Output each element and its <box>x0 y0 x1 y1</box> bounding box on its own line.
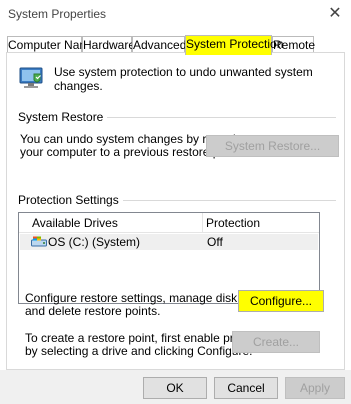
cancel-button[interactable]: Cancel <box>214 377 278 399</box>
create-desc-2: by selecting a drive and clicking Config… <box>25 344 253 358</box>
protection-settings-heading: Protection Settings <box>18 193 123 207</box>
drives-list-header: Available Drives Protection <box>19 213 319 233</box>
intro-text: Use system protection to undo unwanted s… <box>54 65 313 93</box>
column-protection[interactable]: Protection <box>206 216 260 230</box>
system-restore-heading: System Restore <box>18 110 108 124</box>
tab-panel <box>6 52 345 370</box>
column-available-drives[interactable]: Available Drives <box>32 216 118 230</box>
tab-strip: Computer Name Hardware Advanced System P… <box>7 35 344 55</box>
create-button[interactable]: Create... <box>232 331 320 353</box>
window-title: System Properties <box>8 7 107 21</box>
title-bar: System Properties ✕ <box>0 0 351 30</box>
shield-computer-icon <box>19 67 43 88</box>
list-item[interactable]: OS (C:) (System) Off <box>20 234 318 250</box>
drive-protection-status: Off <box>207 235 223 249</box>
column-separator <box>202 213 203 233</box>
configure-button[interactable]: Configure... <box>238 290 324 312</box>
drive-name: OS (C:) (System) <box>48 235 140 249</box>
configure-desc-2: and delete restore points. <box>25 304 161 318</box>
system-restore-button[interactable]: System Restore... <box>206 135 339 157</box>
ok-button[interactable]: OK <box>143 377 207 399</box>
drive-icon <box>31 236 47 247</box>
close-icon[interactable]: ✕ <box>327 6 343 22</box>
tab-system-protection[interactable]: System Protection <box>185 35 283 55</box>
apply-button[interactable]: Apply <box>285 377 345 399</box>
